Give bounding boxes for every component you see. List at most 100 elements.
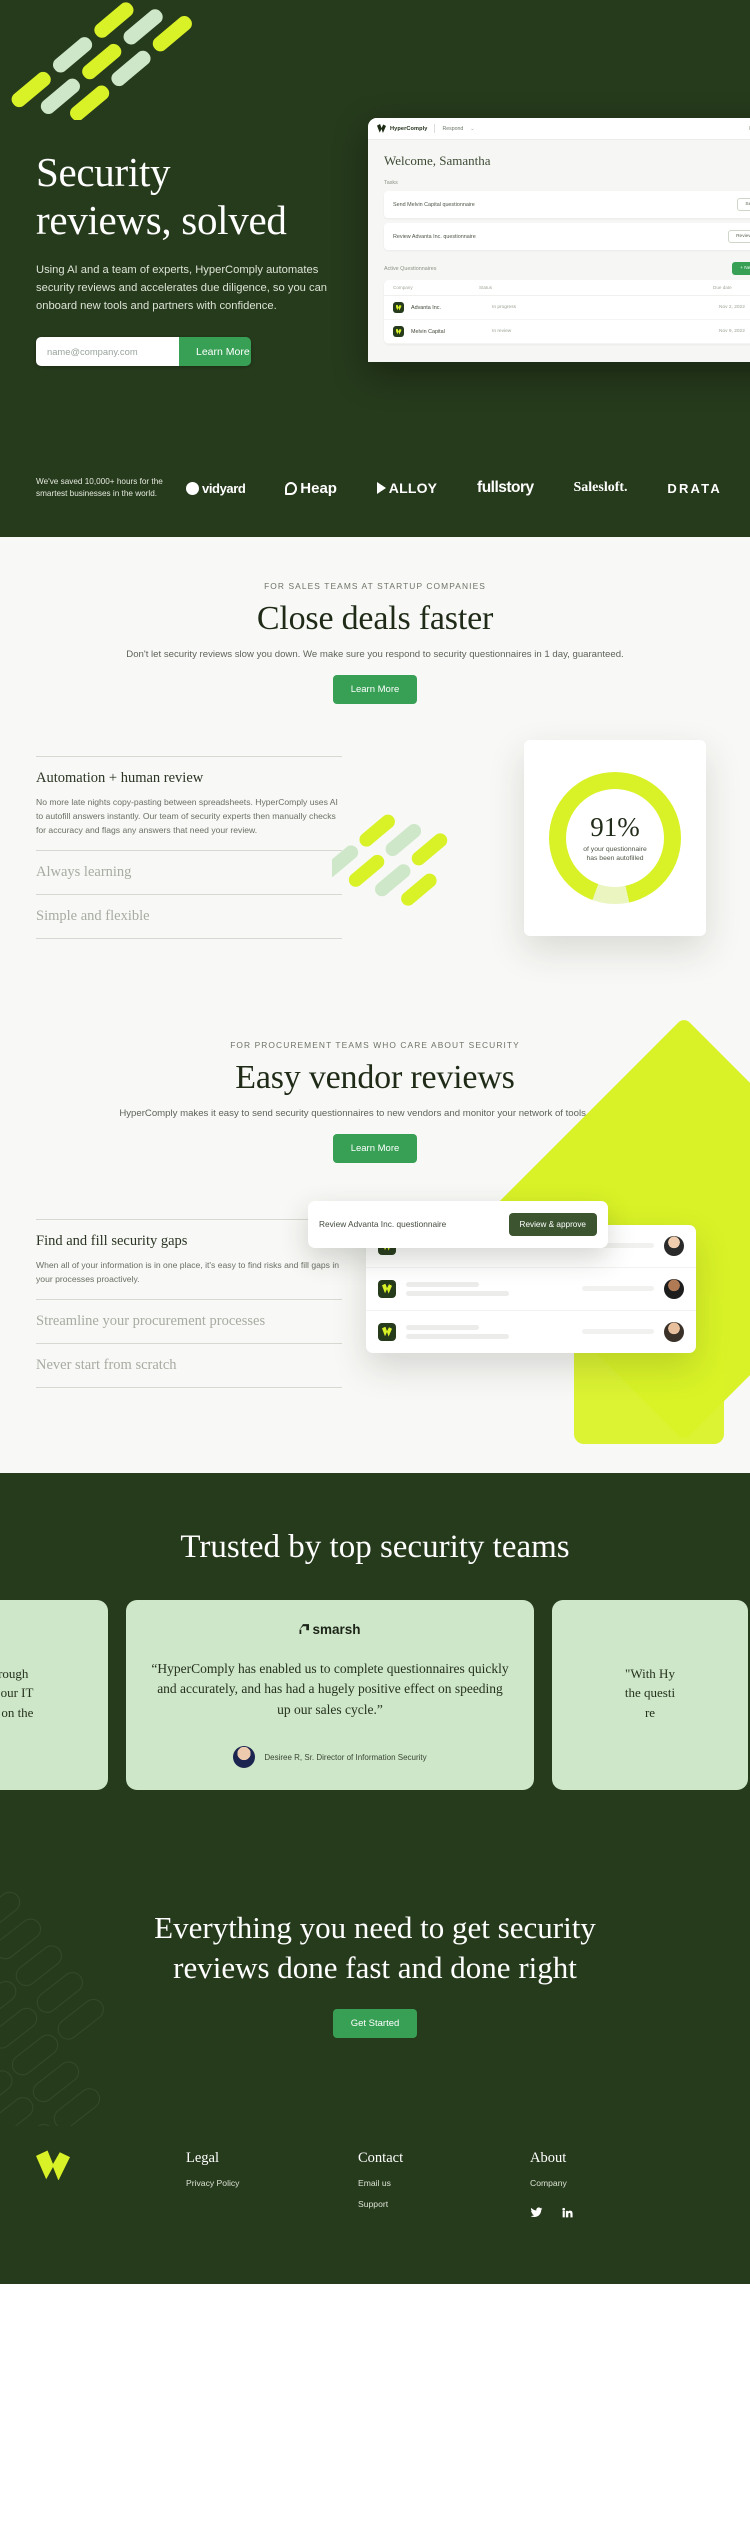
testimonials-section: Trusted by top security teams hrough of … <box>0 1472 750 1869</box>
sales-accordion: Automation + human review No more late n… <box>36 746 342 946</box>
page-title: Security reviews, solved <box>36 148 366 245</box>
site-footer: Legal Privacy Policy Contact Email us Su… <box>0 2126 750 2285</box>
company-logo-icon <box>378 1279 396 1298</box>
dashboard-logo: HyperComply <box>377 124 427 133</box>
procurement-eyebrow: FOR PROCUREMENT TEAMS WHO CARE ABOUT SEC… <box>230 1039 520 1050</box>
table-header-row: Company Status Due date Owner <box>384 280 750 296</box>
logo-label: ALLOY <box>388 480 438 497</box>
donut-caption-line-1: of your questionnaire <box>583 845 647 853</box>
footer-link-privacy-policy[interactable]: Privacy Policy <box>186 2178 358 2188</box>
toast-text: Review Advanta Inc. questionnaire <box>319 1219 447 1230</box>
confetti-decoration <box>332 814 448 906</box>
vendor-row[interactable] <box>366 1311 696 1353</box>
hero-subtitle: Using AI and a team of experts, HyperCom… <box>36 263 328 313</box>
testimonial-company-logo: smarsh <box>299 1621 361 1637</box>
testimonial-quote: “HyperComply has enabled us to complete … <box>151 1660 509 1717</box>
accordion-item-never-start-scratch[interactable]: Never start from scratch <box>36 1343 342 1389</box>
logo-vidyard: vidyard <box>186 480 246 496</box>
footer-link-support[interactable]: Support <box>358 2199 530 2209</box>
hypercomply-logo-icon <box>377 124 386 133</box>
twitter-icon[interactable] <box>530 2206 543 2224</box>
task-action-button[interactable]: Review & approve <box>728 230 750 243</box>
cell-company: Melvin Capital <box>411 328 445 335</box>
dashboard-active-header: Active Questionnaires + New questionnair… <box>384 262 750 275</box>
dashboard-nav-respond[interactable]: Respond <box>442 126 463 132</box>
quote-line-3: ns on the <box>0 1705 34 1721</box>
testimonial-card-active[interactable]: smarsh “HyperComply has enabled us to co… <box>126 1599 534 1791</box>
cta-title: Everything you need to get security revi… <box>154 1910 596 1985</box>
testimonial-company-name: smarsh <box>312 1621 361 1637</box>
linkedin-icon[interactable] <box>561 2206 574 2224</box>
quote-line-3: re <box>644 1705 656 1721</box>
donut-center: 91% of your questionnaire has been autof… <box>566 788 664 887</box>
testimonial-quote: "With Hy the questi re <box>625 1664 675 1723</box>
review-and-approve-button[interactable]: Review & approve <box>508 1212 597 1236</box>
get-started-button[interactable]: Get Started <box>332 2009 418 2039</box>
testimonial-card-previous[interactable]: hrough of our IT ns on the <box>0 1599 108 1791</box>
accordion-item-simple-flexible[interactable]: Simple and flexible <box>36 894 342 940</box>
new-questionnaire-button[interactable]: + New questionnaire <box>732 262 750 275</box>
vidyard-icon <box>186 481 199 495</box>
vendor-row[interactable] <box>366 1268 696 1311</box>
customer-logo-band: We've saved 10,000+ hours for the smarte… <box>0 450 750 537</box>
cell-status: In progress <box>492 305 516 310</box>
testimonial-author: Desiree R, Sr. Director of Information S… <box>233 1746 427 1769</box>
footer-heading: Contact <box>358 2150 404 2167</box>
hero-learn-more-button[interactable]: Learn More <box>179 337 251 367</box>
accordion-item-streamline[interactable]: Streamline your procurement processes <box>36 1299 342 1343</box>
hero-title-line-1: Security <box>36 149 171 195</box>
dashboard-brand-label: HyperComply <box>390 125 428 132</box>
donut-percent-label: 91% <box>590 811 640 842</box>
email-field[interactable] <box>36 337 179 367</box>
review-toast: Review Advanta Inc. questionnaire Review… <box>308 1200 608 1248</box>
footer-column-contact: Contact Email us Support <box>358 2150 530 2224</box>
accordion-body: No more late nights copy-pasting between… <box>36 796 338 836</box>
smarsh-logo-icon <box>299 1624 310 1635</box>
procurement-lede: HyperComply makes it easy to send securi… <box>119 1107 631 1119</box>
placeholder-bars <box>406 1324 572 1339</box>
sales-feature-row: Automation + human review No more late n… <box>0 704 750 946</box>
procurement-learn-more-button[interactable]: Learn More <box>332 1133 418 1163</box>
divider <box>434 124 436 133</box>
chevron-down-icon[interactable]: ⌄ <box>470 126 474 132</box>
hero-section: Security reviews, solved Using AI and a … <box>0 0 750 450</box>
logo-label: Heap <box>300 479 337 497</box>
sales-visual: 91% of your questionnaire has been autof… <box>332 739 714 946</box>
logo-fullstory: fullstory <box>477 479 534 497</box>
testimonial-card-next[interactable]: "With Hy the questi re <box>552 1599 748 1791</box>
procurement-feature-row: Find and fill security gaps When all of … <box>0 1016 750 1444</box>
logo-label: vidyard <box>202 480 246 496</box>
pattern-decoration <box>0 1891 104 2127</box>
table-row[interactable]: Advanta Inc. In progress Nov 2, 2022 <box>384 296 750 320</box>
quote-line-2: of our IT <box>0 1685 34 1701</box>
donut-chart: 91% of your questionnaire has been autof… <box>549 771 681 904</box>
procurement-section: FOR PROCUREMENT TEAMS WHO CARE ABOUT SEC… <box>0 995 750 1473</box>
accordion-title: Find and fill security gaps <box>36 1232 188 1249</box>
sales-eyebrow: FOR SALES TEAMS AT STARTUP COMPANIES <box>264 580 486 591</box>
dashboard-task-row[interactable]: Send Melvin Capital questionnaire Send a… <box>384 191 750 218</box>
accordion-item-automation[interactable]: Automation + human review No more late n… <box>36 755 342 851</box>
accordion-item-find-fill-gaps[interactable]: Find and fill security gaps When all of … <box>36 1218 342 1300</box>
placeholder-bar <box>582 1286 654 1292</box>
task-action-button[interactable]: Send a profile <box>737 198 750 211</box>
footer-heading: About <box>530 2150 567 2167</box>
accordion-item-always-learning[interactable]: Always learning <box>36 850 342 894</box>
sales-learn-more-button[interactable]: Learn More <box>332 674 418 704</box>
cell-due-date: Nov 2, 2022 <box>719 305 745 310</box>
placeholder-bar <box>582 1329 654 1335</box>
dashboard-task-row[interactable]: Review Advanta Inc. questionnaire Review… <box>384 223 750 250</box>
questionnaire-table: Company Status Due date Owner Advanta In… <box>384 280 750 344</box>
testimonials-carousel[interactable]: hrough of our IT ns on the smarsh “Hyper… <box>0 1599 750 1791</box>
footer-link-company[interactable]: Company <box>530 2178 702 2188</box>
confetti-decoration <box>11 2 192 121</box>
footer-link-email-us[interactable]: Email us <box>358 2178 530 2188</box>
testimonial-quote: hrough of our IT ns on the <box>0 1664 33 1723</box>
accordion-title: Always learning <box>36 864 132 881</box>
procurement-accordion: Find and fill security gaps When all of … <box>36 1209 342 1399</box>
table-row[interactable]: Melvin Capital In review Nov 9, 2022 <box>384 320 750 344</box>
sales-lede: Don't let security reviews slow you down… <box>126 648 624 660</box>
footer-logo[interactable] <box>36 2150 186 2224</box>
alloy-icon <box>376 482 386 495</box>
dashboard-topbar: HyperComply Respond ⌄ Resources Account <box>368 118 750 140</box>
cell-due-date: Nov 9, 2022 <box>719 329 745 334</box>
